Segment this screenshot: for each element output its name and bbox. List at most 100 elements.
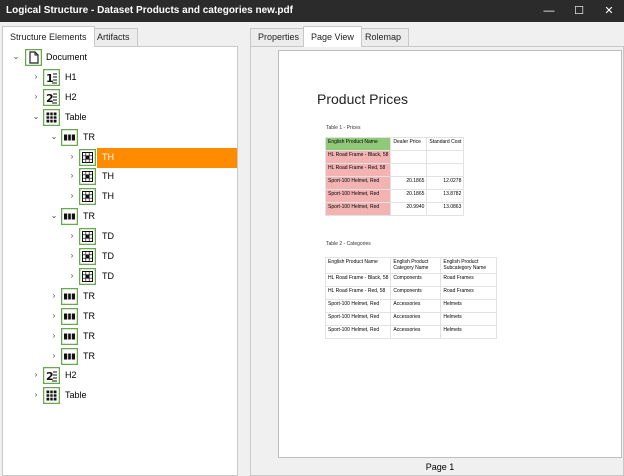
tree-item-label: Document [46, 52, 88, 62]
tree-item-h2[interactable]: › 2 H2 [3, 366, 237, 386]
table-row-icon [60, 347, 79, 365]
tab-page-view[interactable]: Page View [303, 26, 362, 47]
tree-item-tr[interactable]: › TR [3, 327, 237, 347]
table-cell: 12.0278 [426, 176, 465, 190]
tree-item-label: TR [83, 330, 95, 341]
table1-caption: Table 1 - Prices [326, 125, 361, 131]
table-row-icon [60, 128, 79, 146]
table-cell-icon [78, 227, 97, 246]
table-cell: Components [390, 286, 442, 300]
tree-item-tr[interactable]: › TR [3, 347, 237, 367]
chevron-right-icon[interactable]: › [49, 291, 59, 301]
chevron-right-icon[interactable]: › [31, 370, 41, 380]
table-cell: Sport-100 Helmet, Red [324, 189, 392, 203]
chevron-right-icon[interactable]: › [67, 191, 77, 201]
tree-item-th[interactable]: › TH [3, 187, 237, 207]
table-cell: 13.8782 [426, 189, 465, 203]
table-cell: Sport-100 Helmet, Red [324, 202, 392, 216]
chevron-right-icon[interactable]: › [31, 72, 41, 82]
heading-1-icon: 1 [42, 68, 61, 87]
table-cell: Sport-100 Helmet, Red [324, 176, 392, 190]
tab-rolemap[interactable]: Rolemap [357, 28, 410, 46]
chevron-right-icon[interactable]: › [67, 271, 77, 281]
tab-structure-elements[interactable]: Structure Elements [2, 26, 95, 47]
table-cell: Helmets [440, 312, 498, 326]
pdf-page: Product Prices Table 1 - Prices English … [279, 51, 621, 457]
chevron-right-icon[interactable]: › [67, 171, 77, 181]
table-cell [390, 163, 428, 177]
table-row: HL Road Frame - Black, 58 [324, 150, 465, 164]
table-cell: 13.0863 [426, 202, 465, 216]
selection-highlight [97, 147, 237, 168]
table-cell: HL Road Frame - Black, 58 [324, 273, 392, 287]
page-preview[interactable]: Product Prices Table 1 - Prices English … [278, 50, 622, 458]
prices-table: English Product Name Dealer Price Standard… [324, 137, 465, 216]
table-cell: Accessories [390, 299, 442, 313]
tree-item-th[interactable]: › TH [3, 167, 237, 187]
page-number: Page 1 [425, 462, 455, 472]
tree-item-h1[interactable]: › 1 H1 [3, 68, 237, 88]
minimize-button[interactable]: — [534, 0, 564, 22]
table-cell [426, 163, 465, 177]
tree-item-label: TD [102, 270, 114, 281]
table-cell [390, 150, 428, 164]
chevron-down-icon[interactable]: ⌄ [49, 211, 59, 221]
chevron-right-icon[interactable]: › [49, 351, 59, 361]
table-row: Sport-100 Helmet, Red Accessories Helmets [324, 325, 498, 339]
chevron-right-icon[interactable]: › [67, 152, 77, 162]
tree-item-table[interactable]: ⌄ Table [3, 108, 237, 128]
tree-item-label: H1 [65, 71, 77, 82]
tree-item-h2[interactable]: › 2 H2 [3, 88, 237, 108]
tree-item-label: TR [83, 310, 95, 321]
table-cell: HL Road Frame - Black, 58 [324, 150, 392, 164]
chevron-right-icon[interactable]: › [31, 92, 41, 102]
table-row-icon [60, 207, 79, 226]
chevron-right-icon[interactable]: › [49, 331, 59, 341]
table-cell-icon [78, 247, 97, 266]
tree-item-label: TH [102, 171, 114, 182]
tree-item-document[interactable]: ⌄ Document [3, 48, 237, 68]
table-cell-icon [78, 267, 97, 286]
table-header-cell: English Product Subcategory Name [440, 257, 498, 274]
structure-tree[interactable]: ⌄ Document › 1 H1 › 2 H2 ⌄ Table ⌄ TR › TH › TH › TH ⌄ TR › T… [2, 46, 238, 476]
table-row: Sport-100 Helmet, Red Accessories Helmets [324, 312, 498, 326]
tree-item-label: TH [102, 191, 114, 202]
maximize-button[interactable]: ☐ [564, 0, 594, 22]
chevron-down-icon[interactable]: ⌄ [11, 52, 21, 62]
chevron-down-icon[interactable]: ⌄ [31, 112, 41, 122]
close-button[interactable]: ✕ [594, 0, 624, 22]
table-cell: HL Road Frame - Red, 58 [324, 286, 392, 300]
right-tab-strip: Properties Page View Rolemap [250, 26, 624, 47]
document-icon [24, 48, 43, 67]
table-row-icon [60, 307, 79, 325]
chevron-right-icon[interactable]: › [31, 390, 41, 400]
tab-artifacts[interactable]: Artifacts [89, 28, 138, 46]
tree-item-table[interactable]: › Table [3, 386, 237, 406]
table-cell: Sport-100 Helmet, Red [324, 299, 392, 313]
chevron-down-icon[interactable]: ⌄ [49, 132, 59, 142]
chevron-right-icon[interactable]: › [49, 311, 59, 321]
tree-item-label: Table [65, 111, 87, 122]
table-cell: Sport-100 Helmet, Red [324, 312, 392, 326]
tree-item-tr[interactable]: ⌄ TR [3, 207, 237, 227]
tree-item-td[interactable]: › TD [3, 247, 237, 267]
chevron-right-icon[interactable]: › [67, 251, 77, 261]
table-cell: Sport-100 Helmet, Red [324, 325, 392, 339]
tree-item-tr[interactable]: ⌄ TR [3, 128, 237, 148]
page-heading: Product Prices [317, 91, 409, 107]
tab-properties[interactable]: Properties [250, 28, 308, 46]
tree-item-tr[interactable]: › TR [3, 307, 237, 327]
tree-item-th[interactable]: › TH [3, 147, 237, 168]
table-cell-icon [78, 168, 97, 186]
tree-item-tr[interactable]: › TR [3, 287, 237, 307]
tree-item-td[interactable]: › TD [3, 227, 237, 247]
table-row: Sport-100 Helmet, Red 20.1865 12.0278 [324, 176, 465, 190]
chevron-right-icon[interactable]: › [67, 231, 77, 241]
table-cell-icon [78, 188, 97, 206]
table-cell: 20.1865 [390, 176, 428, 190]
table-cell: HL Road Frame - Red, 58 [324, 163, 392, 177]
tree-item-label: TR [83, 350, 95, 361]
tree-item-td[interactable]: › TD [3, 267, 237, 287]
heading-2-icon: 2 [42, 88, 61, 107]
table-cell-icon [78, 148, 97, 166]
